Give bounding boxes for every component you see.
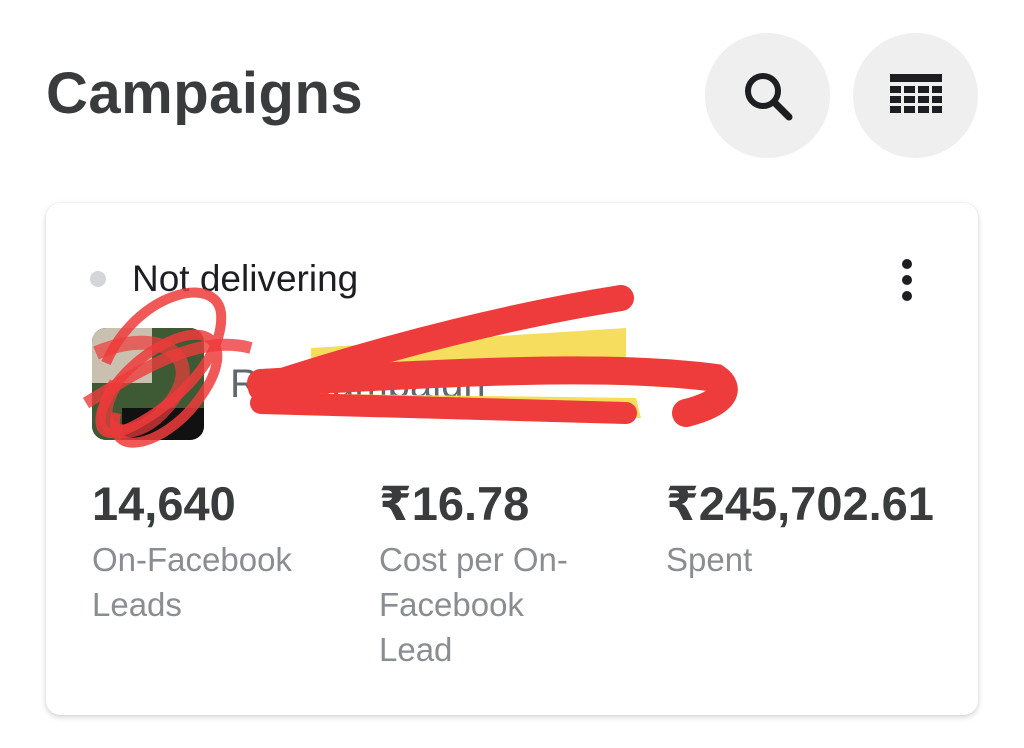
metric-value: 14,640 <box>92 477 236 530</box>
table-columns-icon <box>889 73 942 113</box>
metric-label: Cost per On-Facebook Lead <box>379 541 568 668</box>
metric-cost-per-lead: ₹16.78 Cost per On-Facebook Lead <box>379 475 639 672</box>
status-dot <box>90 271 106 287</box>
page-title: Campaigns <box>46 61 364 126</box>
campaign-card[interactable]: Not delivering R... Campaign 14,640 On-F… <box>46 203 978 715</box>
metric-value: ₹245,702.61 <box>666 477 934 530</box>
metric-label: Spent <box>666 541 753 578</box>
metric-leads: 14,640 On-Facebook Leads <box>92 475 352 627</box>
delivery-status: Not delivering <box>90 258 358 300</box>
search-button[interactable] <box>705 33 830 158</box>
status-text: Not delivering <box>132 258 359 299</box>
campaign-row[interactable]: R... Campaign <box>92 328 486 440</box>
metric-label: On-Facebook Leads <box>92 541 292 623</box>
metric-spent: ₹245,702.61 Spent <box>666 475 936 582</box>
metric-value: ₹16.78 <box>379 477 530 530</box>
search-icon <box>744 72 792 120</box>
campaign-thumbnail <box>92 328 204 440</box>
table-view-button[interactable] <box>853 33 978 158</box>
campaign-name: R... Campaign <box>230 361 486 406</box>
more-vertical-icon <box>902 259 912 301</box>
more-options-button[interactable] <box>892 255 922 305</box>
page-header: Campaigns <box>0 0 1024 190</box>
